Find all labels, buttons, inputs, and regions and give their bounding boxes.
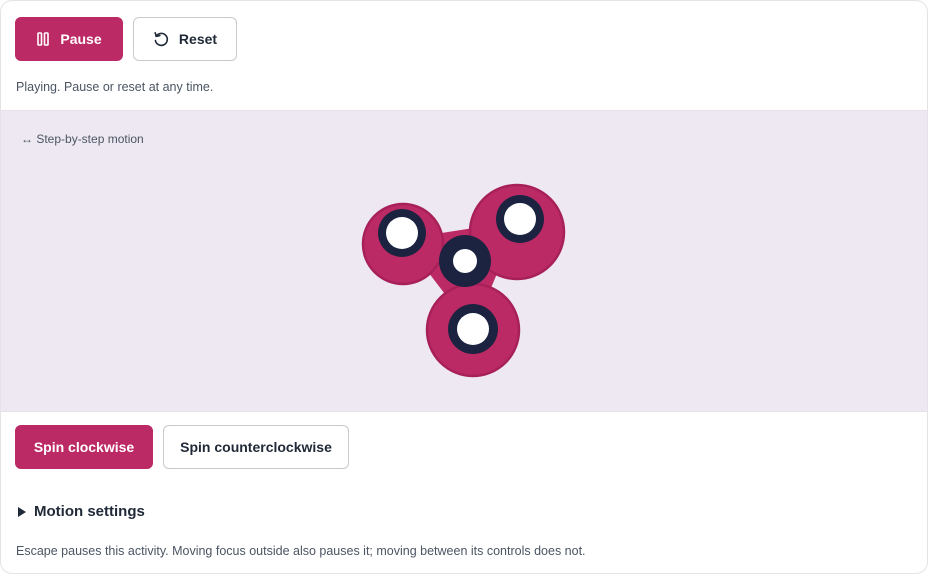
pause-button[interactable]: Pause xyxy=(15,17,123,61)
spinner-weight-left xyxy=(378,209,426,257)
spinner-weight-right xyxy=(496,195,544,243)
activity-card: Pause Reset Playing. Pause or reset at a… xyxy=(0,0,928,574)
reset-button-label: Reset xyxy=(178,31,218,47)
pause-icon xyxy=(36,32,50,46)
motion-settings-toggle[interactable]: Motion settings xyxy=(18,503,145,520)
spin-clockwise-button[interactable]: Spin clockwise xyxy=(15,425,153,469)
spinner-bearing xyxy=(439,235,491,287)
spinner-weight-bottom xyxy=(448,304,498,354)
spin-counterclockwise-label: Spin counterclockwise xyxy=(180,439,332,455)
motion-settings-label: Motion settings xyxy=(34,503,145,520)
spin-counterclockwise-button[interactable]: Spin counterclockwise xyxy=(163,425,349,469)
spin-clockwise-label: Spin clockwise xyxy=(33,439,135,455)
status-text: Playing. Pause or reset at any time. xyxy=(16,80,214,94)
reset-icon xyxy=(153,31,169,47)
animation-stage: ↔ Step-by-step motion xyxy=(1,110,927,412)
reset-button[interactable]: Reset xyxy=(133,17,237,61)
spin-controls: Spin clockwise Spin counterclockwise xyxy=(15,425,349,469)
playback-toolbar: Pause Reset xyxy=(15,17,237,61)
fidget-spinner xyxy=(361,183,566,378)
pause-button-label: Pause xyxy=(60,31,102,47)
stage-caption: ↔ Step-by-step motion xyxy=(21,132,144,146)
keyboard-note: Escape pauses this activity. Moving focu… xyxy=(16,544,586,558)
triangle-right-icon xyxy=(18,506,26,517)
